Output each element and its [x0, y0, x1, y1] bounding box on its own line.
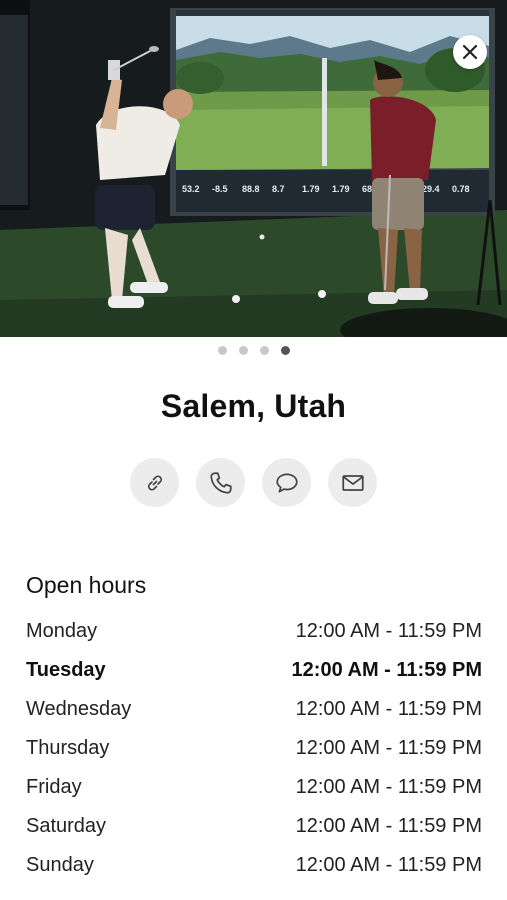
- hours-row-monday: Monday 12:00 AM - 11:59 PM: [26, 612, 482, 651]
- message-button[interactable]: [262, 458, 311, 507]
- simulator-stat: 0.78: [452, 184, 470, 194]
- simulator-stat: 1.79: [332, 184, 350, 194]
- open-hours-list: Monday 12:00 AM - 11:59 PM Tuesday 12:00…: [26, 612, 482, 885]
- simulator-stat: 53.2: [182, 184, 200, 194]
- hours-row-saturday: Saturday 12:00 AM - 11:59 PM: [26, 807, 482, 846]
- hours-row-sunday: Sunday 12:00 AM - 11:59 PM: [26, 846, 482, 885]
- simulator-stat: 1.79: [302, 184, 320, 194]
- simulator-stat: -8.5: [212, 184, 228, 194]
- day-label: Monday: [26, 620, 98, 642]
- phone-button[interactable]: [196, 458, 245, 507]
- carousel-dot-active[interactable]: [280, 346, 290, 355]
- hours-row-thursday: Thursday 12:00 AM - 11:59 PM: [26, 729, 482, 768]
- hero-photo[interactable]: 53.2-8.588.88.71.791.7968.5-5.029.40.78: [0, 0, 507, 337]
- day-label: Tuesday: [26, 659, 106, 681]
- phone-icon: [209, 471, 232, 494]
- envelope-icon: [341, 474, 364, 491]
- day-label: Sunday: [26, 854, 94, 876]
- simulator-stat: 8.7: [272, 184, 285, 194]
- close-button[interactable]: [453, 35, 487, 69]
- time-range: 12:00 AM - 11:59 PM: [295, 776, 482, 798]
- day-label: Saturday: [26, 815, 107, 837]
- location-title: Salem, Utah: [160, 388, 347, 424]
- open-hours-heading: Open hours: [26, 572, 147, 598]
- email-button[interactable]: [328, 458, 377, 507]
- link-button[interactable]: [130, 458, 179, 507]
- time-range: 12:00 AM - 11:59 PM: [295, 698, 482, 720]
- carousel-dot[interactable]: [238, 346, 248, 355]
- close-icon: [462, 44, 478, 60]
- day-label: Wednesday: [26, 698, 132, 720]
- time-range: 12:00 AM - 11:59 PM: [295, 815, 482, 837]
- carousel-dot[interactable]: [259, 346, 269, 355]
- hero-photo-illustration: 53.2-8.588.88.71.791.7968.5-5.029.40.78: [0, 0, 507, 337]
- hours-row-tuesday: Tuesday 12:00 AM - 11:59 PM: [26, 651, 482, 690]
- day-label: Friday: [26, 776, 82, 798]
- simulator-stat: 88.8: [242, 184, 260, 194]
- carousel-dot[interactable]: [217, 346, 227, 355]
- chat-bubble-icon: [275, 472, 298, 493]
- contact-actions: [0, 458, 507, 507]
- time-range: 12:00 AM - 11:59 PM: [295, 737, 482, 759]
- hours-row-wednesday: Wednesday 12:00 AM - 11:59 PM: [26, 690, 482, 729]
- link-icon: [147, 474, 162, 491]
- time-range: 12:00 AM - 11:59 PM: [295, 854, 482, 876]
- hours-row-friday: Friday 12:00 AM - 11:59 PM: [26, 768, 482, 807]
- simulator-stat: 29.4: [422, 184, 440, 194]
- time-range: 12:00 AM - 11:59 PM: [291, 659, 482, 681]
- time-range: 12:00 AM - 11:59 PM: [295, 620, 482, 642]
- day-label: Thursday: [26, 737, 110, 759]
- carousel-pagination: [0, 346, 507, 355]
